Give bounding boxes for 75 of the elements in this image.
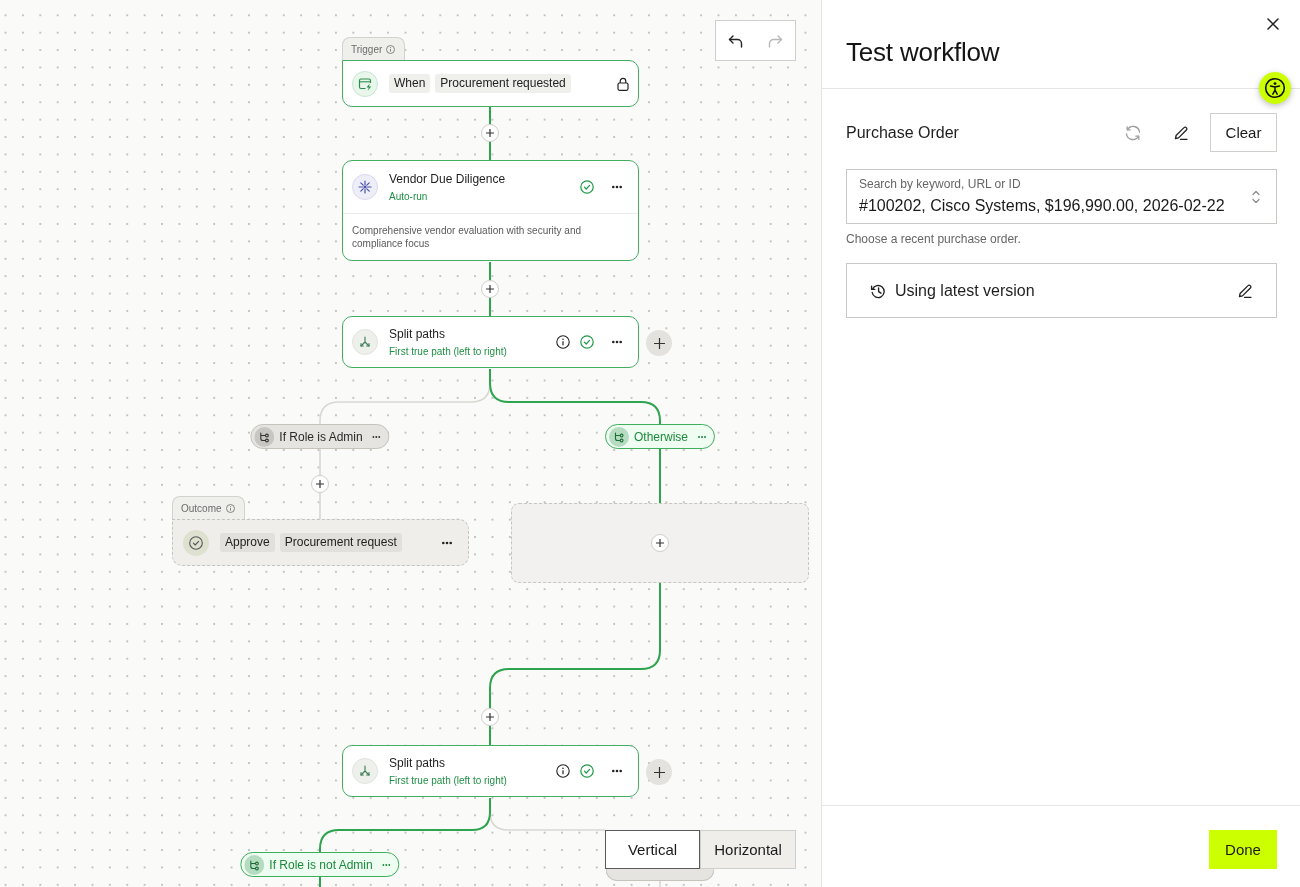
more-icon[interactable] <box>612 185 622 189</box>
branch-pill[interactable]: Otherwise <box>605 424 715 449</box>
token-tag: Procurement requested <box>435 74 571 93</box>
more-icon[interactable] <box>442 540 452 545</box>
search-field[interactable]: Search by keyword, URL or ID #100202, Cisco Systems, $196,990.00, 2026-02-22 <box>846 169 1277 224</box>
helper-text: Choose a recent purchase order. <box>846 232 1021 246</box>
version-label: Using latest version <box>895 281 1035 300</box>
token-tag: Approve <box>220 533 275 552</box>
layout-option[interactable]: Horizontal <box>700 830 796 869</box>
pencil-icon <box>1237 282 1253 299</box>
caption-label: Trigger <box>351 43 383 55</box>
add-step-button[interactable] <box>481 124 499 142</box>
add-step-button[interactable] <box>651 534 669 552</box>
panel-title: Test workflow <box>846 36 1000 68</box>
asterisk-icon <box>352 174 378 200</box>
accessibility-icon <box>1264 77 1286 99</box>
more-icon[interactable] <box>372 434 381 439</box>
branch-icon <box>244 854 265 875</box>
plus-icon <box>486 285 494 293</box>
branch-icon <box>609 426 629 447</box>
add-path-button[interactable] <box>646 759 672 785</box>
info-icon <box>556 764 570 778</box>
plus-icon <box>486 129 494 137</box>
plus-icon <box>653 766 665 778</box>
branch-label: If Role is not Admin <box>269 857 373 872</box>
field-heading: Purchase Order <box>846 123 959 142</box>
layout-option[interactable]: Vertical <box>605 830 700 869</box>
node-subtitle: Auto-run <box>389 189 428 203</box>
plus-icon <box>653 337 665 349</box>
done-button[interactable]: Done <box>1209 830 1277 869</box>
version-selector[interactable]: Using latest version <box>846 263 1277 318</box>
plus-icon <box>316 480 324 488</box>
check-circle-icon <box>183 529 209 556</box>
search-input[interactable]: #100202, Cisco Systems, $196,990.00, 2026-02-22 <box>859 196 1231 216</box>
history-icon <box>870 282 886 299</box>
node-title: Split paths <box>389 755 446 771</box>
branch-label: If Role is Admin <box>279 429 363 444</box>
fork-icon <box>352 758 378 784</box>
branch-pill[interactable]: If Role is not Admin <box>240 852 400 877</box>
fork-icon <box>352 329 378 355</box>
node-description: Comprehensive vendor evaluation with security and compliance focus <box>343 213 638 260</box>
info-icon <box>556 335 570 349</box>
plus-icon <box>486 713 494 721</box>
add-path-button[interactable] <box>646 330 672 356</box>
close-icon <box>1267 18 1279 30</box>
token-tag: Procurement request <box>279 533 402 552</box>
info-icon <box>225 503 235 513</box>
split-card[interactable]: Split paths First true path (left to right) <box>342 745 639 797</box>
more-icon[interactable] <box>612 340 622 344</box>
connector-line <box>659 448 661 504</box>
plus-icon <box>656 539 664 547</box>
step-card[interactable]: Vendor Due Diligence Auto-run Comprehensive vendor evaluation with security and compliance focus <box>342 160 639 261</box>
branch-icon <box>254 426 275 447</box>
branch-pill[interactable]: If Role is Admin <box>250 424 390 449</box>
trigger-card[interactable]: When Procurement requested <box>342 60 639 107</box>
node-title: Vendor Due Diligence <box>389 171 506 187</box>
more-icon[interactable] <box>612 769 622 773</box>
add-step-button[interactable] <box>481 708 499 726</box>
split-card[interactable]: Split paths First true path (left to right) <box>342 316 639 368</box>
node-title: Split paths <box>389 326 446 342</box>
field-label: Search by keyword, URL or ID <box>859 177 1021 191</box>
branch-label: Otherwise <box>634 429 688 444</box>
node-subtitle: First true path (left to right) <box>389 344 507 358</box>
outcome-card[interactable]: Approve Procurement request <box>172 519 469 566</box>
caption-label: Outcome <box>181 502 222 514</box>
token-tag: When <box>389 74 431 93</box>
connector-line <box>319 876 321 887</box>
add-step-button[interactable] <box>481 280 499 298</box>
window-bolt-icon <box>352 70 378 97</box>
node-subtitle: First true path (left to right) <box>389 773 507 787</box>
clear-button[interactable]: Clear <box>1210 113 1277 152</box>
chevron-up-down-icon <box>1251 188 1261 205</box>
add-step-button[interactable] <box>311 475 329 493</box>
pencil-icon <box>1173 124 1189 141</box>
info-icon <box>386 44 396 54</box>
